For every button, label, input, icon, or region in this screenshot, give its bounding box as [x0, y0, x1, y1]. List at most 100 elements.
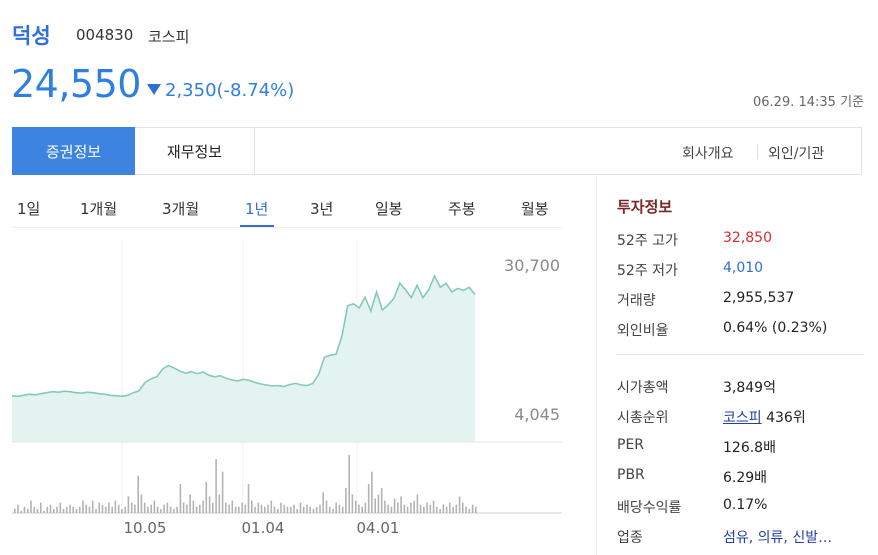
volume-bar — [82, 500, 84, 513]
volume-bar — [20, 510, 23, 513]
volume-bar — [475, 506, 477, 513]
market-rank: 436위 — [761, 410, 806, 426]
volume-bar — [17, 504, 19, 513]
volume-bar — [46, 506, 49, 513]
volume-bar — [212, 502, 214, 513]
volume-bar — [312, 508, 315, 513]
volume-bar — [302, 506, 305, 513]
volume-bar — [75, 508, 78, 513]
volume-bar — [283, 504, 286, 513]
volume-bar — [426, 502, 428, 513]
volume-bar — [208, 496, 211, 513]
volume-bar — [387, 504, 389, 513]
value-per: 126.8배 — [723, 440, 776, 456]
price-chart[interactable]: 30,700 4,045 10.05 01.04 04.01 — [0, 0, 600, 555]
volume-bar — [124, 506, 126, 513]
volume-bar — [429, 504, 432, 513]
volume-bar — [397, 502, 399, 513]
volume-bar — [403, 504, 406, 513]
volume-bar — [299, 502, 302, 513]
volume-bar — [173, 508, 175, 513]
value-volume: 2,955,537 — [723, 290, 795, 306]
volume-bar — [176, 506, 178, 513]
volume-bar — [104, 506, 107, 513]
volume-bar — [377, 494, 380, 513]
volume-bar — [65, 506, 68, 513]
volume-bar — [468, 508, 471, 513]
label-market-cap-rank: 시총순위 — [617, 410, 669, 426]
volume-bar — [127, 496, 130, 513]
volume-bar — [367, 484, 370, 513]
volume-bar — [195, 506, 198, 513]
volume-bar — [393, 498, 396, 513]
volume-bar — [267, 504, 269, 513]
volume-bar — [121, 508, 123, 513]
volume-bar — [40, 502, 42, 513]
volume-bar — [442, 504, 445, 513]
label-per: PER — [617, 437, 645, 453]
volume-bar — [455, 504, 458, 513]
volume-bar — [192, 500, 195, 513]
chart-high-label: 30,700 — [504, 256, 560, 275]
volume-bar — [251, 500, 253, 513]
x-tick-label: 04.01 — [357, 519, 400, 537]
volume-bar — [27, 508, 29, 513]
volume-bar — [335, 502, 337, 513]
value-52w-high: 32,850 — [723, 230, 772, 246]
volume-bar — [49, 504, 52, 513]
value-pbr: 6.29배 — [723, 470, 768, 486]
volume-bar — [156, 506, 159, 513]
volume-bar — [166, 502, 169, 513]
value-industry[interactable]: 섬유, 의류, 신발… — [723, 527, 832, 547]
volume-bar — [338, 504, 341, 513]
volume-bar — [452, 506, 454, 513]
volume-bar — [410, 502, 412, 513]
tab-company-overview[interactable]: 회사개요 — [682, 143, 734, 163]
volume-bar — [98, 502, 100, 513]
volume-bar — [241, 502, 243, 513]
volume-bar — [88, 506, 91, 513]
volume-bar — [322, 492, 324, 513]
tab-foreign-institution[interactable]: 외인/기관 — [768, 143, 824, 163]
volume-bar — [33, 506, 36, 513]
volume-bar — [95, 508, 97, 513]
volume-bar — [202, 500, 204, 513]
info-divider — [617, 354, 863, 355]
volume-bar — [332, 508, 334, 513]
volume-bar — [85, 504, 87, 513]
volume-bar — [36, 508, 39, 513]
invest-info-title: 투자정보 — [617, 198, 673, 216]
volume-bar — [348, 455, 350, 513]
value-market-cap: 3,849억 — [723, 380, 776, 396]
volume-bar — [449, 502, 451, 513]
volume-bar — [234, 506, 237, 513]
volume-bar — [78, 506, 81, 513]
volume-bar — [374, 498, 376, 513]
volume-bar — [341, 506, 344, 513]
volume-bar — [419, 504, 422, 513]
volume-bar — [260, 504, 263, 513]
volume-bar — [309, 506, 311, 513]
label-foreign-ratio: 외인비율 — [617, 323, 669, 339]
volume-bar — [290, 506, 292, 513]
market-link[interactable]: 코스피 — [723, 410, 762, 426]
volume-bar — [439, 508, 441, 513]
volume-bar — [186, 504, 188, 513]
volume-bar — [221, 471, 224, 513]
volume-bar — [319, 504, 321, 513]
volume-bar — [280, 502, 282, 513]
value-foreign-ratio: 0.64% (0.23%) — [723, 320, 828, 336]
chart-low-label: 4,045 — [514, 405, 560, 424]
volume-bar — [14, 508, 16, 513]
volume-bar — [23, 506, 26, 513]
volume-bar — [358, 504, 360, 513]
volume-bar — [218, 494, 221, 513]
volume-bar — [445, 506, 448, 513]
volume-bar — [59, 502, 62, 513]
volume-bar — [354, 500, 357, 513]
label-52w-high: 52주 고가 — [617, 233, 678, 249]
label-pbr: PBR — [617, 467, 645, 483]
x-tick-label: 01.04 — [242, 519, 285, 537]
label-dividend-yield: 배당수익률 — [617, 500, 682, 516]
label-market-cap: 시가총액 — [617, 380, 669, 396]
